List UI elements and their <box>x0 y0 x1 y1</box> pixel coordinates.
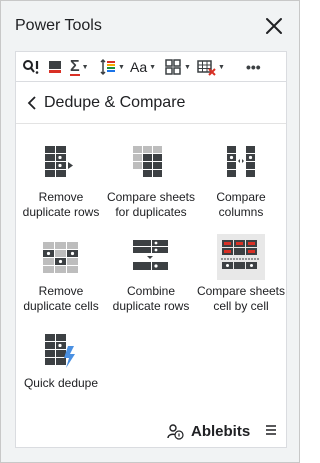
chevron-down-icon: ▼ <box>149 63 157 71</box>
chevron-left-icon <box>27 96 36 110</box>
text-case-icon: Aa <box>130 59 148 75</box>
tool-compare-sheets-duplicates[interactable]: Compare sheets for duplicates <box>106 138 196 228</box>
compare-sheets-duplicates-icon <box>131 144 171 184</box>
app-title: Power Tools <box>15 17 102 34</box>
clear-button[interactable]: ▼ <box>196 56 225 78</box>
chevron-down-icon: ▼ <box>81 63 89 71</box>
close-button[interactable] <box>263 15 285 37</box>
hamburger-menu-icon <box>266 425 276 435</box>
sidebar-window: Power Tools Σ ▼ ▼ Aa ▼ ▼ ▼ ••• Dedupe & … <box>0 0 300 463</box>
tool-label: Remove duplicate rows <box>22 190 100 219</box>
page-title: Dedupe & Compare <box>44 94 186 111</box>
brand-name: Ablebits <box>191 423 251 440</box>
tool-compare-columns[interactable]: Compare columns <box>196 138 286 228</box>
tool-label: Remove duplicate cells <box>23 284 99 313</box>
layout-button[interactable]: ▼ <box>164 56 191 78</box>
more-icon: ••• <box>246 59 261 75</box>
ablebits-logo-icon <box>167 424 184 440</box>
compare-columns-icon <box>221 144 261 184</box>
combine-duplicate-rows-icon <box>131 238 171 278</box>
compare-cell-by-cell-icon <box>217 234 265 280</box>
tool-label: Compare sheets cell by cell <box>196 284 286 313</box>
remove-duplicate-rows-icon <box>41 144 81 184</box>
tool-compare-cell-by-cell[interactable]: Compare sheets cell by cell <box>196 232 286 322</box>
title-bar: Power Tools <box>1 1 299 51</box>
footer: Ablebits <box>16 414 286 448</box>
tool-label: Combine duplicate rows <box>112 284 190 313</box>
tool-remove-duplicate-cells[interactable]: Remove duplicate cells <box>16 232 106 322</box>
sort-icon <box>100 58 115 76</box>
quick-dedupe-icon <box>41 332 81 372</box>
clear-table-icon <box>197 60 216 76</box>
close-icon <box>266 18 282 34</box>
fill-color-button[interactable] <box>46 56 64 78</box>
layout-grid-icon <box>165 59 181 75</box>
tool-quick-dedupe[interactable]: Quick dedupe <box>16 326 106 416</box>
tools-panel: Σ ▼ ▼ Aa ▼ ▼ ▼ ••• Dedupe & Compare Remo… <box>15 51 287 448</box>
find-replace-icon <box>23 60 39 74</box>
sigma-icon: Σ <box>70 57 80 76</box>
section-header: Dedupe & Compare <box>16 82 286 124</box>
tool-remove-duplicate-rows[interactable]: Remove duplicate rows <box>16 138 106 228</box>
chevron-down-icon: ▼ <box>118 63 125 71</box>
text-case-button[interactable]: Aa ▼ <box>130 56 156 78</box>
chevron-down-icon: ▼ <box>184 63 191 71</box>
toolbar: Σ ▼ ▼ Aa ▼ ▼ ▼ ••• <box>16 52 286 82</box>
fill-color-icon <box>49 61 61 73</box>
menu-button[interactable] <box>264 423 278 437</box>
remove-duplicate-cells-icon <box>41 238 81 278</box>
more-button[interactable]: ••• <box>246 56 261 78</box>
tool-combine-duplicate-rows[interactable]: Combine duplicate rows <box>106 232 196 322</box>
sort-button[interactable]: ▼ <box>100 56 125 78</box>
back-button[interactable] <box>25 95 39 111</box>
tool-label: Compare sheets for duplicates <box>106 190 196 219</box>
find-replace-button[interactable] <box>22 56 40 78</box>
chevron-down-icon: ▼ <box>218 63 225 71</box>
tool-label: Quick dedupe <box>23 376 99 390</box>
sigma-button[interactable]: Σ ▼ <box>70 56 89 78</box>
tool-label: Compare columns <box>216 190 266 219</box>
